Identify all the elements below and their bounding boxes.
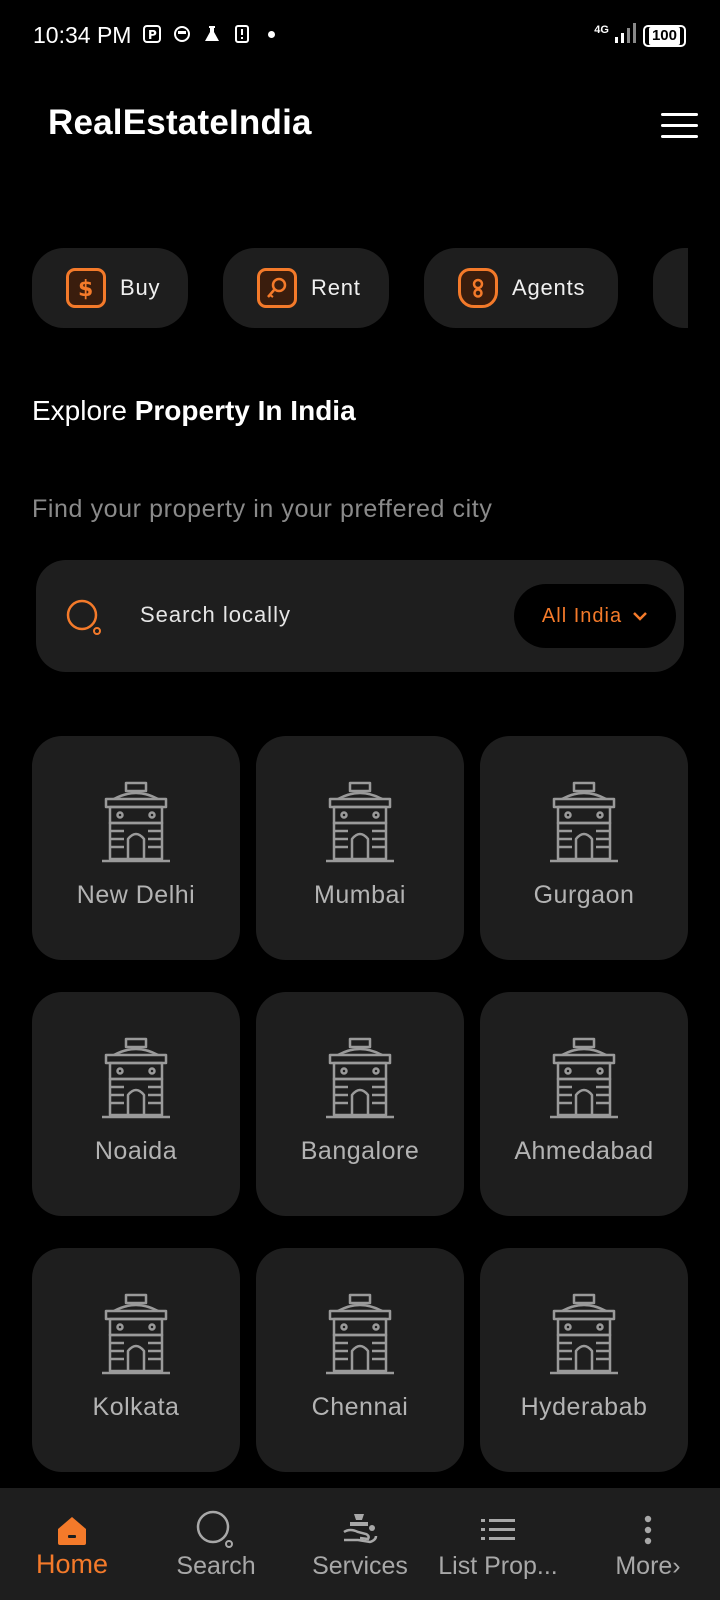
monument-icon bbox=[324, 1037, 396, 1119]
monument-icon bbox=[100, 1293, 172, 1375]
city-name: Ahmedabad bbox=[514, 1137, 654, 1165]
parking-notification-icon: P bbox=[142, 24, 162, 44]
more-notifications-dot bbox=[268, 30, 275, 38]
chip-buy[interactable]: $ Buy bbox=[32, 248, 188, 328]
monument-icon bbox=[548, 1037, 620, 1119]
svg-text:P: P bbox=[148, 28, 157, 42]
monument-icon bbox=[100, 1037, 172, 1119]
city-card-kolkata[interactable]: Kolkata bbox=[32, 1248, 240, 1472]
status-notification-icons: P bbox=[142, 24, 275, 44]
location-scope-label: All India bbox=[541, 604, 623, 627]
key-icon bbox=[257, 268, 297, 308]
search-icon bbox=[66, 599, 102, 635]
monument-icon bbox=[324, 1293, 396, 1375]
more-icon bbox=[628, 1510, 668, 1550]
city-card-new-delhi[interactable]: New Delhi bbox=[32, 736, 240, 960]
chip-rent[interactable]: Rent bbox=[223, 248, 389, 328]
city-name: Noaida bbox=[94, 1137, 178, 1165]
battery-level: 100 bbox=[648, 26, 680, 45]
list-icon bbox=[478, 1510, 518, 1550]
city-card-chennai[interactable]: Chennai bbox=[256, 1248, 464, 1472]
flask-notification-icon bbox=[202, 24, 222, 44]
city-card-hyderabad[interactable]: Hyderabab bbox=[480, 1248, 688, 1472]
nav-label: More› bbox=[615, 1552, 681, 1580]
status-bar: 10:34 PM P 4G 100 bbox=[0, 0, 720, 72]
city-name: Hyderabab bbox=[520, 1393, 648, 1421]
nav-label: Services bbox=[312, 1552, 408, 1580]
signal-icon bbox=[614, 23, 637, 48]
nav-services[interactable]: Services bbox=[298, 1488, 422, 1600]
nav-label: Search bbox=[176, 1552, 256, 1580]
app-title: RealEstateIndia bbox=[48, 103, 312, 142]
status-time: 10:34 PM bbox=[33, 22, 132, 48]
chip-more-partial[interactable] bbox=[653, 248, 688, 328]
category-chips: $ Buy Rent Agents bbox=[32, 248, 688, 328]
city-name: Bangalore bbox=[300, 1137, 420, 1165]
hamburger-menu-icon[interactable] bbox=[661, 113, 698, 140]
dollar-icon: $ bbox=[66, 268, 106, 308]
explore-heading: Explore Property In India bbox=[32, 395, 356, 427]
city-card-mumbai[interactable]: Mumbai bbox=[256, 736, 464, 960]
monument-icon bbox=[548, 1293, 620, 1375]
chip-agents[interactable]: Agents bbox=[424, 248, 618, 328]
city-name: Kolkata bbox=[92, 1393, 180, 1421]
app-notification-icon bbox=[172, 24, 192, 44]
city-name: New Delhi bbox=[76, 881, 196, 909]
nav-search[interactable]: Search bbox=[154, 1488, 278, 1600]
city-name: Gurgaon bbox=[533, 881, 635, 909]
nav-label: List Prop... bbox=[438, 1552, 558, 1580]
city-name: Mumbai bbox=[314, 881, 406, 909]
city-card-gurgaon[interactable]: Gurgaon bbox=[480, 736, 688, 960]
status-system-icons: 4G 100 bbox=[594, 23, 686, 48]
agent-badge-icon bbox=[458, 268, 498, 308]
search-input[interactable] bbox=[140, 598, 500, 632]
nav-label: Home bbox=[35, 1549, 109, 1579]
city-name: Chennai bbox=[311, 1393, 409, 1421]
chip-label: Buy bbox=[120, 275, 161, 300]
chevron-down-icon bbox=[633, 612, 647, 621]
search-icon bbox=[196, 1510, 236, 1550]
nav-list-property[interactable]: List Prop... bbox=[436, 1488, 560, 1600]
explore-prefix: Explore bbox=[32, 395, 127, 426]
explore-subtitle: Find your property in your preffered cit… bbox=[32, 495, 493, 523]
svg-text:$: $ bbox=[78, 277, 93, 301]
chip-label: Rent bbox=[311, 275, 361, 300]
services-icon bbox=[340, 1510, 380, 1550]
city-card-bangalore[interactable]: Bangalore bbox=[256, 992, 464, 1216]
bottom-navigation: Home Search Services List Prop... More› bbox=[0, 1488, 720, 1600]
explore-highlight: Property In India bbox=[134, 395, 356, 426]
monument-icon bbox=[548, 781, 620, 863]
search-bar: All India bbox=[36, 560, 684, 672]
alert-notification-icon bbox=[232, 24, 252, 44]
city-card-ahmedabad[interactable]: Ahmedabad bbox=[480, 992, 688, 1216]
nav-home[interactable]: Home bbox=[10, 1488, 134, 1600]
location-scope-dropdown[interactable]: All India bbox=[514, 584, 676, 648]
monument-icon bbox=[100, 781, 172, 863]
battery-icon: 100 bbox=[642, 24, 686, 47]
monument-icon bbox=[324, 781, 396, 863]
home-icon bbox=[52, 1510, 92, 1550]
network-type: 4G bbox=[594, 23, 609, 36]
chip-label: Agents bbox=[512, 275, 586, 300]
city-card-noaida[interactable]: Noaida bbox=[32, 992, 240, 1216]
nav-more[interactable]: More› bbox=[586, 1488, 710, 1600]
